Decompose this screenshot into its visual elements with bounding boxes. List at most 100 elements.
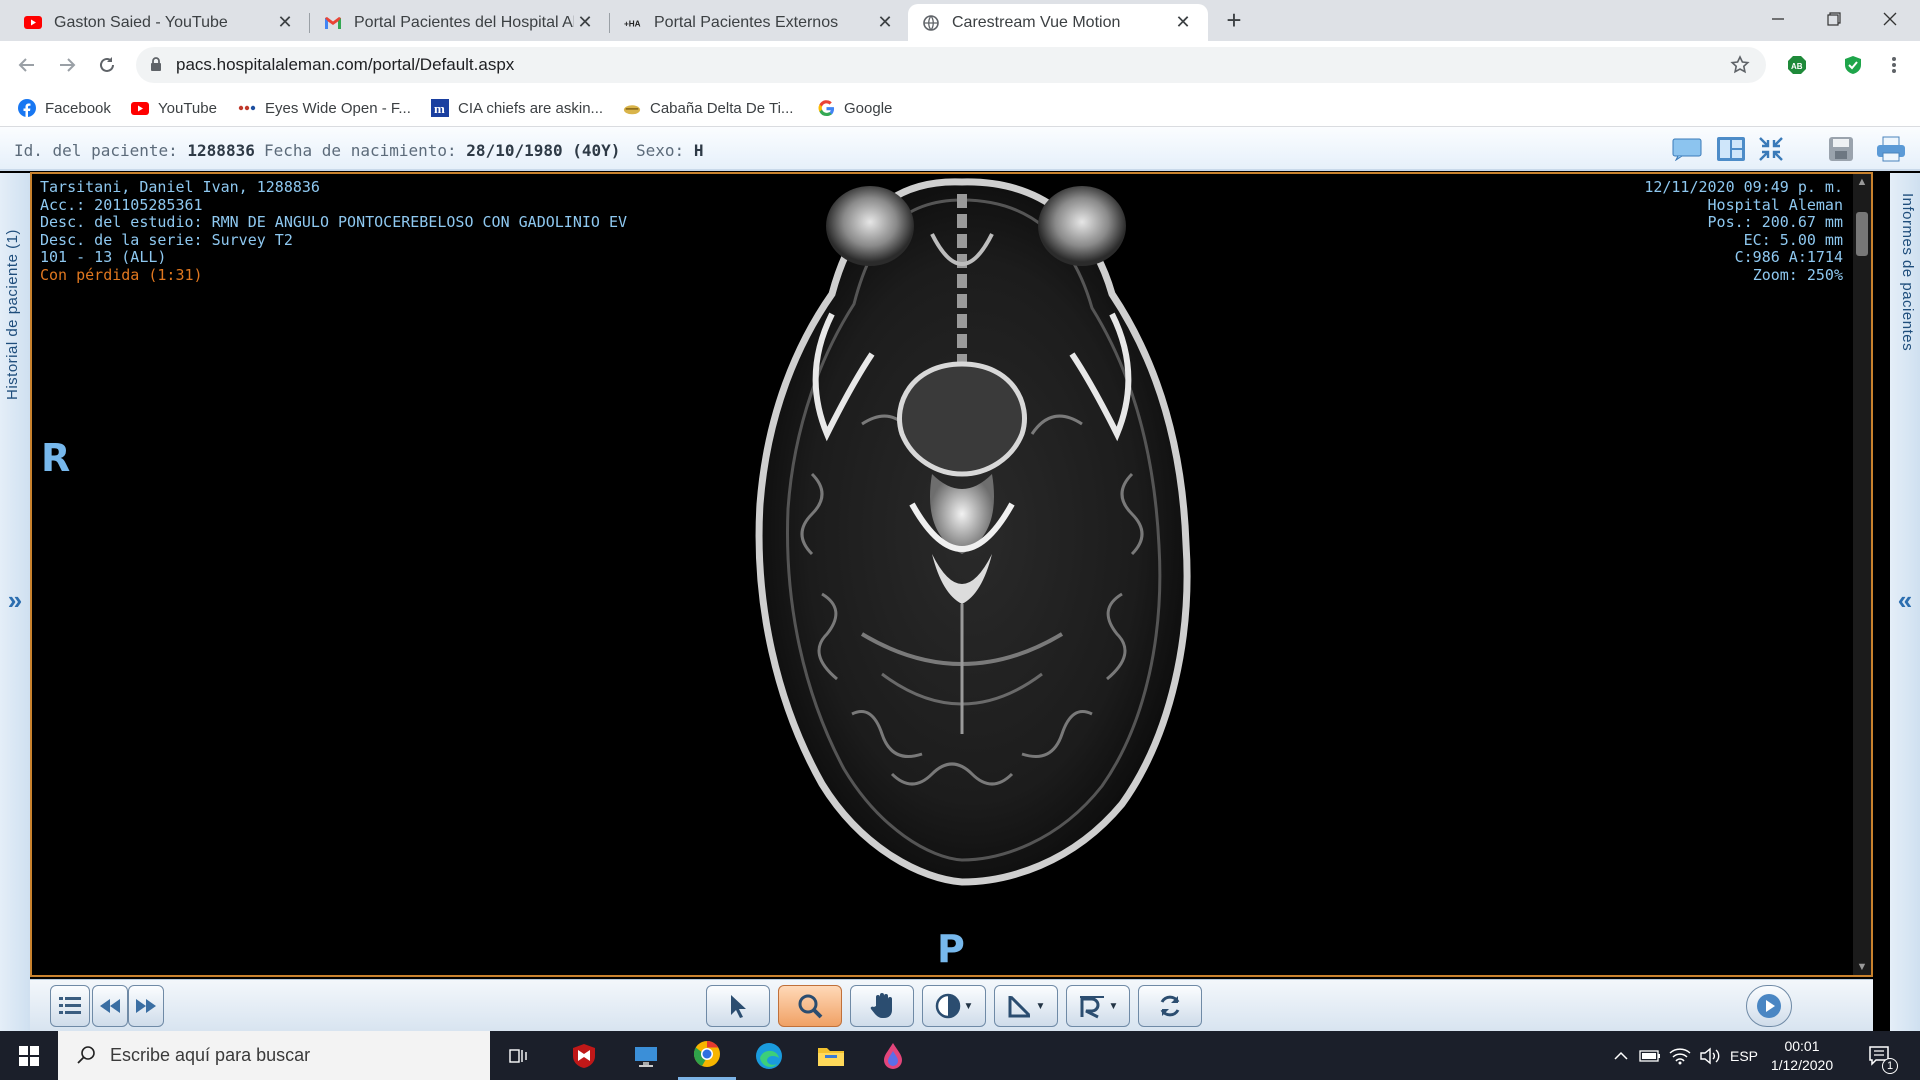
close-icon[interactable]: ✕: [274, 12, 296, 33]
tab-carestream[interactable]: Carestream Vue Motion ✕: [908, 4, 1208, 41]
study-description-text: Desc. del estudio: RMN DE ANGULO PONTOCE…: [40, 213, 627, 231]
windows-icon: [19, 1045, 39, 1066]
star-icon[interactable]: [1730, 55, 1750, 80]
start-button[interactable]: [0, 1031, 58, 1080]
back-button[interactable]: [12, 50, 42, 80]
cine-play-button[interactable]: [1746, 985, 1792, 1027]
patient-reports-panel[interactable]: Informes de pacientes «: [1890, 173, 1920, 1031]
patient-id-field: Id. del paciente: 1288836: [14, 141, 255, 160]
paint-icon[interactable]: [864, 1031, 922, 1080]
institution-text: Hospital Aleman: [1707, 195, 1843, 214]
previous-series-button[interactable]: [92, 985, 128, 1027]
bookmark-facebook[interactable]: Facebook: [18, 97, 111, 119]
google-icon: [817, 99, 835, 117]
list-icon: [59, 997, 81, 1014]
patient-header: Id. del paciente: 1288836 Fecha de nacim…: [0, 127, 1920, 171]
tab-title: Portal Pacientes del Hospital Aleman: [354, 13, 574, 31]
volume-icon[interactable]: [1696, 1031, 1724, 1080]
zoom-tool-button[interactable]: [778, 985, 842, 1027]
task-view-icon[interactable]: [490, 1031, 548, 1080]
tab-title: Gaston Saied - YouTube: [54, 13, 228, 31]
chat-icon[interactable]: [1672, 135, 1702, 163]
scroll-down-arrow-icon[interactable]: ▼: [1853, 961, 1871, 973]
new-tab-button[interactable]: +: [1220, 6, 1248, 34]
svg-text:+HA: +HA: [624, 19, 641, 28]
mri-axial-image: [755, 178, 1191, 886]
mcafee-icon[interactable]: [555, 1031, 613, 1080]
lossy-compression-text: Con pérdida (1:31): [40, 265, 203, 284]
svg-text:AB: AB: [1791, 62, 1803, 71]
youtube-icon: [131, 99, 149, 117]
restore-button[interactable]: [1806, 0, 1862, 38]
close-icon[interactable]: ✕: [1172, 12, 1194, 33]
remote-desktop-icon[interactable]: [617, 1031, 675, 1080]
accession-text: Acc.: 201105285361: [40, 195, 203, 214]
close-icon[interactable]: ✕: [574, 12, 596, 33]
chevron-up-icon[interactable]: [1608, 1031, 1634, 1080]
reload-icon: [100, 57, 114, 72]
reload-button[interactable]: [92, 50, 122, 80]
forward-button[interactable]: [52, 50, 82, 80]
pointer-tool-button[interactable]: [706, 985, 770, 1027]
pan-tool-button[interactable]: [850, 985, 914, 1027]
scrollbar-thumb[interactable]: [1856, 212, 1868, 256]
image-viewport[interactable]: Tarsitani, Daniel Ivan, 1288836 Acc.: 20…: [30, 172, 1873, 977]
more-menu-icon[interactable]: [1882, 53, 1906, 77]
taskbar-search-box[interactable]: Escribe aquí para buscar: [58, 1031, 490, 1080]
print-icon[interactable]: [1876, 135, 1906, 163]
bookmark-google[interactable]: Google: [817, 97, 892, 119]
language-indicator[interactable]: ESP: [1726, 1031, 1762, 1080]
close-window-button[interactable]: [1862, 0, 1918, 38]
system-clock[interactable]: 00:01 1/12/2020: [1762, 1037, 1842, 1075]
globe-icon: [922, 14, 940, 32]
next-series-button[interactable]: [128, 985, 164, 1027]
patient-history-label: Historial de paciente (1): [4, 229, 21, 400]
bookmark-cabana-delta[interactable]: Cabaña Delta De Ti...: [623, 97, 793, 119]
tab-youtube[interactable]: Gaston Saied - YouTube ✕: [10, 4, 310, 41]
clock-date: 1/12/2020: [1770, 1057, 1834, 1073]
annotation-tool-button[interactable]: ▼: [1066, 985, 1130, 1027]
layout-icon[interactable]: [1716, 135, 1746, 163]
address-bar[interactable]: pacs.hospitalaleman.com/portal/Default.a…: [136, 47, 1766, 83]
expand-right-chevron-icon[interactable]: «: [1890, 585, 1920, 616]
browser-toolbar: pacs.hospitalaleman.com/portal/Default.a…: [0, 41, 1920, 89]
position-text: Pos.: 200.67 mm: [1707, 213, 1843, 231]
patient-id-value: 1288836: [187, 141, 255, 160]
minimize-button[interactable]: [1750, 0, 1806, 38]
image-scrollbar[interactable]: ▲ ▼: [1853, 174, 1871, 975]
dots-icon: [238, 99, 256, 117]
window-level-tool-button[interactable]: ▼: [922, 985, 986, 1027]
patient-history-panel[interactable]: Historial de paciente (1) »: [0, 173, 30, 1031]
battery-icon[interactable]: [1636, 1031, 1664, 1080]
bookmark-cia-chiefs[interactable]: m CIA chiefs are askin...: [431, 97, 603, 119]
save-icon[interactable]: [1826, 135, 1856, 163]
tab-portal-externos[interactable]: +HA Portal Pacientes Externos ✕: [610, 4, 910, 41]
series-list-button[interactable]: [50, 985, 90, 1027]
rotate-tool-button[interactable]: [1138, 985, 1202, 1027]
gmail-icon: [324, 14, 342, 32]
search-icon: [76, 1045, 96, 1070]
collapse-icon[interactable]: [1756, 135, 1786, 163]
bookmark-youtube[interactable]: YouTube: [131, 97, 217, 119]
measure-tool-button[interactable]: ▼: [994, 985, 1058, 1027]
notifications-button[interactable]: 1: [1860, 1031, 1900, 1080]
shield-check-icon[interactable]: [1841, 53, 1865, 77]
orientation-posterior-marker: P: [937, 927, 965, 971]
window-level-text: C:986 A:1714: [1734, 248, 1843, 266]
overlay-top-right: 12/11/2020 09:49 p. m. Hospital Aleman P…: [1644, 178, 1843, 284]
adblock-icon[interactable]: AB: [1785, 53, 1809, 77]
bookmark-eyes-wide-open[interactable]: Eyes Wide Open - F...: [238, 97, 411, 119]
file-explorer-icon[interactable]: [802, 1031, 860, 1080]
chrome-icon[interactable]: [678, 1031, 736, 1080]
tab-title: Carestream Vue Motion: [952, 13, 1121, 31]
close-icon[interactable]: ✕: [874, 12, 896, 33]
scroll-up-arrow-icon[interactable]: ▲: [1853, 176, 1871, 188]
sex-field: Sexo: H: [636, 141, 704, 160]
expand-left-chevron-icon[interactable]: »: [0, 585, 30, 616]
rotate-icon: [1160, 995, 1180, 1017]
sex-value: H: [693, 141, 704, 160]
tab-portal-pacientes[interactable]: Portal Pacientes del Hospital Aleman ✕: [310, 4, 610, 41]
clock-time: 00:01: [1784, 1038, 1820, 1054]
wifi-icon[interactable]: [1666, 1031, 1694, 1080]
edge-icon[interactable]: [740, 1031, 798, 1080]
